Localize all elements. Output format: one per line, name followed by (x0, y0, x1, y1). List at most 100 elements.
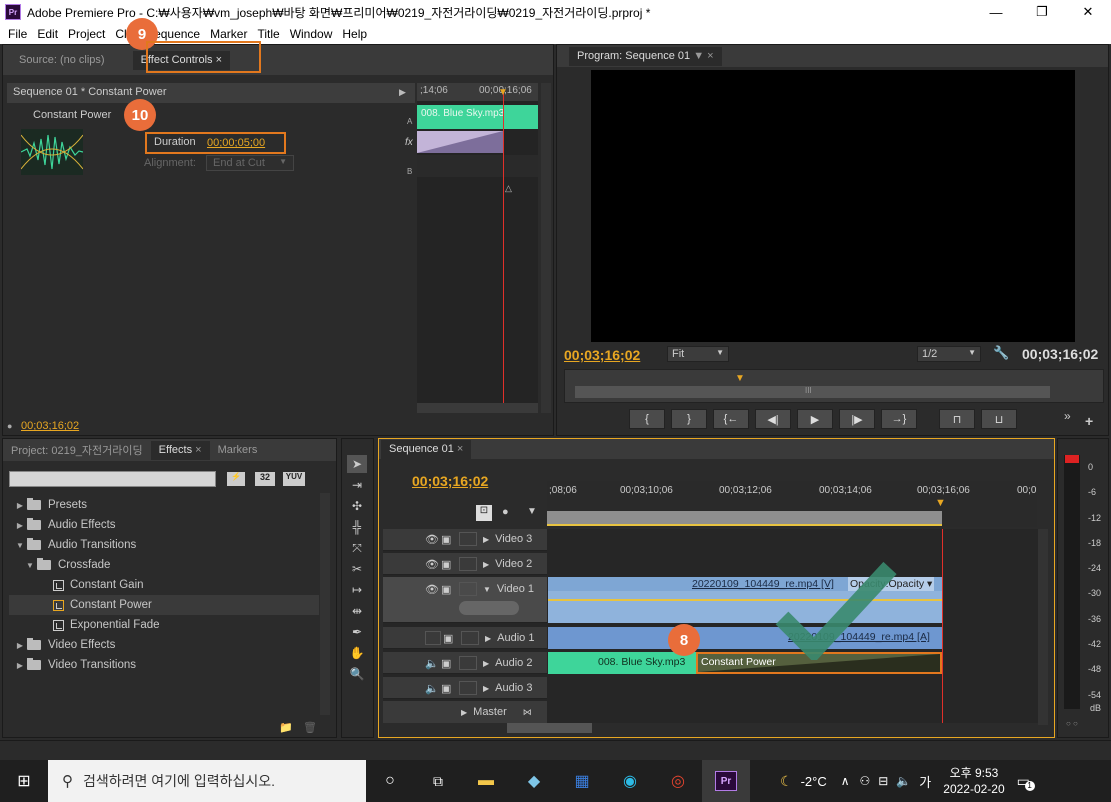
play-button[interactable]: ▶ (797, 409, 833, 429)
mark-out-button[interactable]: } (671, 409, 707, 429)
track-audio-3[interactable]: 🔈 ▣ ▶ Audio 3 (425, 681, 585, 695)
tree-item-video-transitions[interactable]: ▶ Video Transitions (9, 655, 319, 675)
maximize-button[interactable]: ❐ (1019, 0, 1065, 24)
premiere-taskbar-icon[interactable]: Pr (702, 760, 750, 802)
ruler-scroll-grip[interactable]: III (805, 386, 812, 395)
tree-item-exponential-fade[interactable]: Exponential Fade (9, 615, 319, 635)
tab-sequence[interactable]: Sequence 01 × (381, 439, 472, 459)
timeline-timecode[interactable]: 00;03;16;02 (412, 473, 488, 489)
menu-edit[interactable]: Edit (32, 27, 63, 41)
slide-tool-icon[interactable]: ⇹ (347, 602, 367, 620)
tree-item-presets[interactable]: ▶ Presets (9, 495, 319, 515)
chrome-browser-icon[interactable]: ◎ (654, 771, 702, 791)
wrench-icon[interactable]: 🔧 (993, 345, 1009, 361)
eye-icon[interactable]: 👁 (425, 583, 441, 596)
hand-tool-icon[interactable]: ✋ (347, 644, 367, 662)
razor-tool-icon[interactable]: ✂ (347, 560, 367, 578)
minimize-button[interactable]: — (973, 0, 1019, 24)
tree-item-constant-gain[interactable]: Constant Gain (9, 575, 319, 595)
accelerated-effects-icon[interactable]: ⚡ (227, 472, 245, 486)
eye-icon[interactable]: 👁 (425, 533, 441, 546)
ime-indicator[interactable]: 가 (919, 772, 931, 791)
tab-project[interactable]: Project: 0219_자전거라이딩 (3, 439, 151, 462)
pen-tool-icon[interactable]: ✒ (347, 623, 367, 641)
duration-value[interactable]: 00;00;05;00 (207, 137, 265, 149)
menu-file[interactable]: File (3, 27, 32, 41)
audio-2-clip[interactable]: 008. Blue Sky.mp3 (548, 652, 697, 674)
tree-item-audio-effects[interactable]: ▶ Audio Effects (9, 515, 319, 535)
weather-moon-icon[interactable]: ☾ (780, 773, 793, 790)
cortana-icon[interactable]: ○ (366, 772, 414, 790)
track-video-3[interactable]: 👁 ▣ ▶ Video 3 (425, 532, 585, 546)
extract-button[interactable]: ⊔ (981, 409, 1017, 429)
vertical-scrollbar[interactable] (541, 83, 551, 413)
new-bin-icon[interactable]: 📁 (279, 721, 293, 734)
playhead-marker-icon[interactable]: ▼ (498, 87, 508, 98)
calculator-icon[interactable]: ▦ (558, 771, 606, 791)
lock-icon[interactable]: ▣ (441, 657, 459, 670)
trash-icon[interactable]: 🗑 (303, 721, 317, 734)
lock-icon[interactable]: ▣ (443, 632, 461, 645)
timeline-ruler[interactable]: ;08;06 00;03;10;06 00;03;12;06 00;03;14;… (547, 481, 1037, 527)
add-marker-icon[interactable]: ▼ (527, 506, 537, 517)
speaker-icon[interactable]: 🔈 (425, 682, 441, 695)
program-timecode-left[interactable]: 00;03;16;02 (564, 347, 640, 363)
taskbar-search[interactable]: ⚲ 검색하려면 여기에 입력하십시오. (48, 760, 366, 802)
lock-icon[interactable]: ▣ (441, 583, 459, 596)
eye-icon[interactable]: 👁 (425, 558, 441, 571)
notification-center-icon[interactable]: ▭ 1 (1017, 773, 1035, 791)
tree-item-constant-power[interactable]: Constant Power (9, 595, 319, 615)
effects-search-input[interactable] (9, 471, 216, 487)
track-select-tool-icon[interactable]: ⇥ (347, 476, 367, 494)
rolling-edit-tool-icon[interactable]: ╬ (347, 518, 367, 536)
timeline-vertical-scrollbar[interactable] (1038, 529, 1048, 725)
keyframe-navigator[interactable] (459, 601, 519, 615)
selection-tool-icon[interactable]: ➤ (347, 455, 367, 473)
volume-icon[interactable]: 🔈 (896, 774, 911, 788)
network-icon[interactable]: ⊟ (878, 774, 888, 788)
fit-dropdown[interactable]: Fit ▼ (667, 346, 729, 362)
timeline-playhead-icon[interactable]: ▼ (935, 497, 946, 509)
alignment-dropdown[interactable]: End at Cut ▼ (206, 155, 294, 171)
snap-icon[interactable]: ⊡ (476, 505, 492, 521)
track-video-2[interactable]: 👁 ▣ ▶ Video 2 (425, 557, 585, 571)
program-time-ruler[interactable]: ▼ III (564, 369, 1104, 403)
go-to-out-button[interactable]: →} (881, 409, 917, 429)
lift-button[interactable]: ⊓ (939, 409, 975, 429)
solo-icon[interactable]: ○ ○ (1066, 719, 1078, 728)
menu-window[interactable]: Window (285, 27, 338, 41)
edge-browser-icon[interactable]: ◉ (606, 771, 654, 791)
menu-title[interactable]: Title (252, 27, 284, 41)
work-area-bar[interactable] (547, 511, 942, 525)
clock[interactable]: 오후 9:53 2022-02-20 (943, 765, 1004, 797)
tab-source[interactable]: Source: (no clips) (3, 51, 113, 70)
tree-item-video-effects[interactable]: ▶ Video Effects (9, 635, 319, 655)
mini-scrollbar[interactable] (417, 403, 538, 413)
windows-start-icon[interactable]: ⊞ (0, 771, 48, 791)
go-to-in-button[interactable]: {← (713, 409, 749, 429)
tree-item-crossfade[interactable]: ▼ Crossfade (9, 555, 319, 575)
transition-block[interactable] (417, 131, 503, 153)
file-explorer-icon[interactable]: ▬ (462, 772, 510, 790)
weather-temperature[interactable]: -2°C (801, 774, 827, 789)
menu-marker[interactable]: Marker (205, 27, 252, 41)
tab-program[interactable]: Program: Sequence 01 ▼ × (569, 46, 722, 66)
more-controls-icon[interactable]: » (1064, 409, 1071, 423)
step-back-button[interactable]: ◀| (755, 409, 791, 429)
effects-scrollbar[interactable] (320, 493, 330, 715)
ripple-edit-tool-icon[interactable]: ✣ (347, 497, 367, 515)
task-view-icon[interactable]: ⧉ (414, 773, 462, 790)
slip-tool-icon[interactable]: ↦ (347, 581, 367, 599)
people-icon[interactable]: ⚇ (860, 774, 871, 788)
effect-mini-timeline[interactable]: ;14;06 00;00;16;06 008. Blue Sky.mp3 ▼ △ (417, 83, 538, 413)
rate-stretch-tool-icon[interactable]: ⤧ (347, 539, 367, 557)
mark-in-button[interactable]: { (629, 409, 665, 429)
timeline-horizontal-scrollbar[interactable] (507, 723, 592, 733)
32bit-effects-button[interactable]: 32 (255, 472, 275, 486)
speaker-icon[interactable]: 🔈 (425, 657, 441, 670)
resolution-dropdown[interactable]: 1/2 ▼ (917, 346, 981, 362)
play-arrow-icon[interactable]: ▶ (399, 87, 406, 98)
tab-markers[interactable]: Markers (210, 441, 266, 460)
yuv-effects-button[interactable]: YUV (283, 472, 305, 486)
lock-icon[interactable]: ▣ (441, 533, 459, 546)
